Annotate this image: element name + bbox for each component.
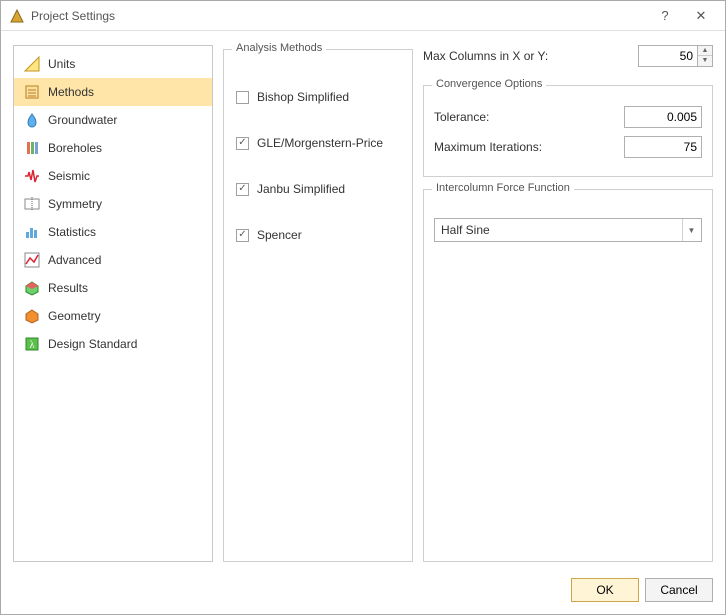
method-label: Bishop Simplified [257,90,349,104]
sidebar-item-symmetry[interactable]: Symmetry [14,190,212,218]
cancel-button[interactable]: Cancel [645,578,713,602]
sidebar-item-label: Symmetry [48,197,102,211]
sidebar-item-groundwater[interactable]: Groundwater [14,106,212,134]
symmetry-icon [24,196,40,212]
close-button[interactable]: ✕ [683,3,719,29]
method-checkbox[interactable] [236,91,249,104]
boreholes-icon [24,140,40,156]
sidebar-item-geometry[interactable]: Geometry [14,302,212,330]
units-icon [24,56,40,72]
method-label: Janbu Simplified [257,182,345,196]
intercolumn-legend: Intercolumn Force Function [432,182,574,194]
max-columns-input[interactable] [638,45,698,67]
max-iter-label: Maximum Iterations: [434,140,618,154]
sidebar-item-label: Methods [48,85,94,99]
geometry-icon [24,308,40,324]
sidebar-item-methods[interactable]: Methods [14,78,212,106]
tolerance-input[interactable] [624,106,702,128]
intercolumn-selected: Half Sine [441,223,682,237]
method-row-janbu-simplified: Janbu Simplified [236,182,402,196]
methods-icon [24,84,40,100]
intercolumn-dropdown[interactable]: Half Sine ▼ [434,218,702,242]
help-button[interactable]: ? [647,3,683,29]
titlebar: Project Settings ? ✕ [1,1,725,31]
sidebar-item-label: Geometry [48,309,101,323]
convergence-options-group: Convergence Options Tolerance: Maximum I… [423,85,713,177]
sidebar-item-boreholes[interactable]: Boreholes [14,134,212,162]
max-columns-spin-buttons[interactable]: ▲▼ [698,45,713,67]
analysis-methods-group: Analysis Methods Bishop SimplifiedGLE/Mo… [223,49,413,562]
design-standard-icon: λ [24,336,40,352]
method-row-spencer: Spencer [236,228,402,242]
sidebar-item-design-standard[interactable]: λ Design Standard [14,330,212,358]
sidebar-item-label: Design Standard [48,337,137,351]
groundwater-icon [24,112,40,128]
project-settings-window: Project Settings ? ✕ Units Methods Groundw… [0,0,726,615]
sidebar-item-label: Seismic [48,169,90,183]
method-checkbox[interactable] [236,183,249,196]
method-label: GLE/Morgenstern-Price [257,136,383,150]
options-column: Max Columns in X or Y: ▲▼ Convergence Op… [423,45,713,562]
method-checkbox[interactable] [236,229,249,242]
sidebar-item-statistics[interactable]: Statistics [14,218,212,246]
sidebar-item-seismic[interactable]: Seismic [14,162,212,190]
results-icon [24,280,40,296]
method-row-bishop-simplified: Bishop Simplified [236,90,402,104]
max-columns-spinner[interactable]: ▲▼ [638,45,713,67]
method-label: Spencer [257,228,302,242]
sidebar-item-advanced[interactable]: Advanced [14,246,212,274]
sidebar-item-label: Statistics [48,225,96,239]
ok-button[interactable]: OK [571,578,639,602]
convergence-legend: Convergence Options [432,78,546,90]
right-pane: Analysis Methods Bishop Simplified GLE/Mo… [223,45,713,562]
sidebar-item-label: Advanced [48,253,101,267]
sidebar-item-label: Results [48,281,88,295]
analysis-methods-column: Analysis Methods Bishop Simplified GLE/Mo… [223,45,413,562]
svg-text:λ: λ [30,340,35,351]
max-columns-row: Max Columns in X or Y: ▲▼ [423,45,713,67]
method-row-gle-morgenstern-price: GLE/Morgenstern-Price [236,136,402,150]
sidebar-item-results[interactable]: Results [14,274,212,302]
sidebar-item-label: Groundwater [48,113,117,127]
method-checkbox[interactable] [236,137,249,150]
sidebar: Units Methods Groundwater Boreholes Seismic S… [13,45,213,562]
max-iter-row: Maximum Iterations: [434,136,702,158]
max-columns-label: Max Columns in X or Y: [423,49,632,63]
app-icon [9,8,25,24]
tolerance-label: Tolerance: [434,110,618,124]
intercolumn-force-group: Intercolumn Force Function Half Sine ▼ [423,189,713,562]
sidebar-item-label: Units [48,57,75,71]
advanced-icon [24,252,40,268]
dialog-body: Units Methods Groundwater Boreholes Seismic S… [1,31,725,570]
tolerance-row: Tolerance: [434,106,702,128]
sidebar-item-units[interactable]: Units [14,50,212,78]
dialog-footer: OK Cancel [1,570,725,614]
max-iter-input[interactable] [624,136,702,158]
statistics-icon [24,224,40,240]
analysis-methods-legend: Analysis Methods [232,42,326,54]
chevron-down-icon: ▼ [682,219,700,241]
sidebar-item-label: Boreholes [48,141,102,155]
window-title: Project Settings [31,9,647,23]
seismic-icon [24,168,40,184]
